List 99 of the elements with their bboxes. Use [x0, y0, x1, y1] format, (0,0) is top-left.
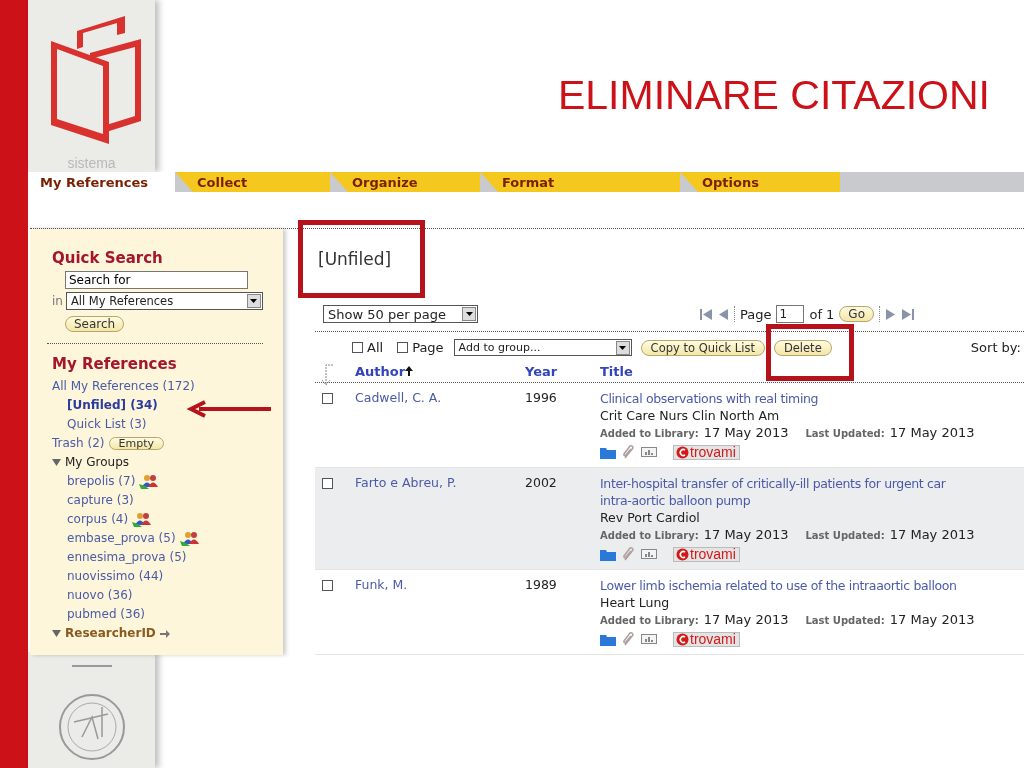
date-label: Added to Library: — [600, 614, 699, 628]
date-label: Last Updated: — [805, 427, 885, 441]
scope-label: in — [52, 294, 63, 308]
checkbox[interactable] — [322, 580, 333, 591]
swirl-icon — [676, 445, 689, 459]
nav-tab[interactable]: Organize — [330, 172, 480, 192]
group-item[interactable]: brepolis (7) — [67, 472, 136, 491]
chart-icon[interactable] — [641, 549, 657, 559]
date-label: Last Updated: — [805, 529, 885, 543]
group-item[interactable]: pubmed (36) — [67, 605, 145, 624]
year-cell: 1996 — [525, 390, 557, 405]
group-item[interactable]: corpus (4) — [67, 510, 129, 529]
date-value: 17 May 2013 — [703, 611, 789, 628]
group-select[interactable]: Add to group... — [453, 339, 632, 356]
nav-tab[interactable]: Options — [680, 172, 840, 192]
next-page-icon[interactable] — [885, 308, 897, 320]
page-count: of 1 — [809, 306, 835, 322]
sidebar-item[interactable]: All My References (172) — [52, 377, 195, 396]
sidebar-item[interactable]: Quick List (3) — [67, 415, 147, 434]
page-label: Page — [739, 306, 772, 322]
date-value: 17 May 2013 — [703, 526, 789, 543]
expand-triangle-icon[interactable] — [52, 458, 61, 467]
sort-up-icon[interactable] — [405, 365, 414, 376]
folder-icon[interactable] — [600, 547, 616, 561]
date-value: 17 May 2013 — [889, 611, 975, 628]
group-item[interactable]: nuovo (36) — [67, 586, 133, 605]
link-button[interactable]: trovami — [673, 546, 740, 562]
paperclip-icon[interactable] — [622, 444, 635, 460]
checkbox-label: All — [367, 340, 384, 355]
dropdown-arrow-icon[interactable] — [465, 312, 473, 316]
dropdown-arrow-icon[interactable] — [250, 299, 258, 303]
paperclip-icon[interactable] — [622, 631, 635, 647]
paperclip-icon[interactable] — [622, 546, 635, 562]
dropdown-arrow-icon[interactable] — [619, 345, 627, 350]
section-title: My References — [52, 355, 178, 373]
checkbox[interactable] — [352, 342, 363, 353]
checkbox[interactable] — [397, 342, 409, 353]
date-value: 17 May 2013 — [889, 526, 975, 543]
arrow-icon — [159, 629, 170, 638]
group-heading[interactable]: My Groups — [65, 453, 130, 472]
search-button[interactable]: Search — [65, 316, 125, 332]
column-header[interactable]: Title — [600, 363, 633, 379]
date-label: Last Updated: — [805, 614, 885, 628]
page-input[interactable]: 1 — [776, 305, 805, 323]
previous-page-icon[interactable] — [716, 308, 729, 320]
copy-button[interactable]: Copy to Quick List — [640, 339, 765, 356]
folder-heading: [Unfiled] — [318, 249, 393, 269]
column-header[interactable]: Year — [525, 363, 558, 379]
group-item[interactable]: embase_prova (5) — [67, 529, 176, 548]
swirl-icon — [676, 632, 689, 646]
folder-icon[interactable] — [600, 632, 616, 646]
date-label: Added to Library: — [600, 529, 699, 543]
group-item[interactable]: ennesima_prova (5) — [67, 548, 187, 567]
checkbox[interactable] — [322, 478, 333, 489]
down-arrow-icon — [319, 364, 333, 386]
author-link[interactable]: Funk, M. — [355, 577, 408, 592]
link-button[interactable]: trovami — [673, 444, 740, 460]
delete-button[interactable]: Delete — [773, 339, 832, 356]
checkbox-label: Page — [412, 340, 444, 355]
sidebar-item[interactable]: [Unfiled] (34) — [67, 396, 158, 415]
nav-tab[interactable]: Collect — [175, 172, 330, 192]
first-page-icon[interactable] — [699, 308, 712, 320]
folder-icon[interactable] — [600, 445, 616, 459]
researcher-link[interactable]: ResearcherID — [65, 624, 156, 643]
chart-icon[interactable] — [641, 447, 657, 457]
group-item[interactable]: nuovissimo (44) — [67, 567, 164, 586]
nav-tab[interactable]: Format — [480, 172, 680, 192]
expand-triangle-icon[interactable] — [52, 629, 61, 638]
sidebar-item[interactable]: Trash (2) — [52, 434, 105, 453]
sort-label: Sort by: — [970, 340, 1021, 355]
year-cell: 1989 — [525, 577, 557, 592]
last-page-icon[interactable] — [902, 308, 914, 320]
title-link[interactable]: Lower limb ischemia related to use of the intraaortic balloon — [600, 577, 975, 594]
go-button[interactable]: Go — [839, 306, 874, 322]
slide-title: ELIMINARE CITAZIONI — [557, 72, 990, 119]
date-label: Added to Library: — [600, 427, 699, 441]
source-text: Crit Care Nurs Clin North Am — [600, 407, 781, 424]
chart-icon[interactable] — [641, 634, 657, 644]
page-size-select[interactable]: Show 50 per page — [323, 305, 478, 323]
group-item[interactable]: capture (3) — [67, 491, 134, 510]
column-header[interactable]: Author — [355, 363, 414, 379]
section-title: Quick Search — [52, 249, 164, 267]
search-field[interactable]: Search for — [65, 271, 248, 289]
scope-select[interactable]: All My References — [65, 292, 263, 310]
nav-tab[interactable]: My References — [30, 172, 175, 192]
checkbox[interactable] — [322, 393, 333, 404]
title-link[interactable]: intra-aortic balloon pump — [600, 492, 975, 509]
date-value: 17 May 2013 — [889, 424, 975, 441]
source-text: Rev Port Cardiol — [600, 509, 701, 526]
date-value: 17 May 2013 — [703, 424, 789, 441]
title-link[interactable]: Inter-hospital transfer of critically-ill patients for urgent car — [600, 475, 975, 492]
author-link[interactable]: Cadwell, C. A. — [355, 390, 442, 405]
year-cell: 2002 — [525, 475, 557, 490]
source-text: Heart Lung — [600, 594, 671, 611]
swirl-icon — [676, 547, 689, 561]
author-link[interactable]: Farto e Abreu, P. — [355, 475, 457, 490]
empty-button[interactable]: Empty — [108, 437, 164, 450]
title-link[interactable]: Clinical observations with real timing — [600, 390, 975, 407]
link-button[interactable]: trovami — [673, 631, 740, 647]
